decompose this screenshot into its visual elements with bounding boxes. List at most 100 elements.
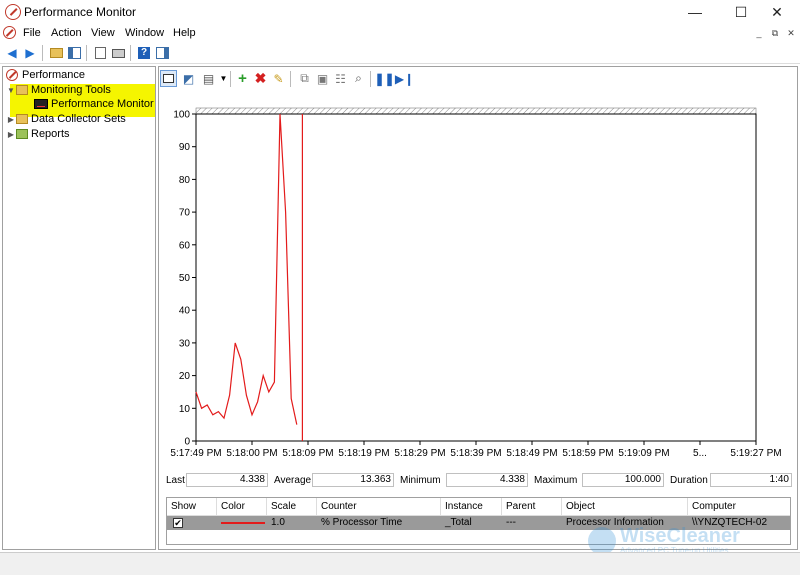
x-tick-label: 5:19:27 PM [730, 448, 781, 459]
toolbar-separator [130, 45, 131, 61]
plot-area [195, 113, 757, 442]
menu-file[interactable]: File [23, 27, 41, 39]
y-tick-label: 30 [179, 338, 191, 349]
x-tick-label: 5:18:49 PM [506, 448, 557, 459]
parent-cell: --- [506, 517, 516, 528]
toolbar-separator [230, 71, 231, 87]
column-header-scale[interactable]: Scale [267, 498, 317, 515]
y-tick-label: 90 [179, 142, 191, 153]
mdi-restore-button[interactable]: ⧉ [768, 27, 782, 39]
close-button[interactable]: ✕ [754, 0, 800, 24]
title-bar: Performance Monitor — ☐ ✕ [0, 0, 800, 24]
help-icon[interactable]: ? [136, 45, 152, 61]
toolbar-separator [290, 71, 291, 87]
average-value: 13.363 [312, 473, 394, 487]
show-action-pane-icon[interactable] [154, 45, 170, 61]
column-header-show[interactable]: Show [167, 498, 217, 515]
menu-action[interactable]: Action [51, 27, 82, 39]
chevron-down-icon[interactable]: ▼ [6, 86, 16, 95]
average-label: Average [274, 475, 312, 486]
x-tick-label: 5:18:29 PM [394, 448, 445, 459]
tree-item-data-collector-sets[interactable]: ▶ Data Collector Sets [6, 112, 126, 126]
y-tick-label: 20 [179, 371, 191, 382]
y-tick-label: 100 [173, 110, 190, 121]
watermark-title: WiseCleaner [620, 525, 740, 547]
highlight-icon[interactable]: ✎ [270, 70, 287, 87]
copy-properties-icon[interactable]: ⧉ [296, 70, 313, 87]
system-menu-icon[interactable] [3, 26, 16, 39]
minimum-value: 4.338 [446, 473, 528, 487]
y-tick-label: 80 [179, 175, 191, 186]
tree-item-monitoring-tools[interactable]: ▼ Monitoring Tools [6, 83, 111, 97]
duration-label: Duration [670, 475, 708, 486]
toolbar-separator [42, 45, 43, 61]
duration-value: 1:40 [710, 473, 792, 487]
show-checkbox[interactable]: ✔ [173, 518, 183, 528]
x-tick-label: 5:17:49 PM [170, 448, 221, 459]
properties-icon[interactable]: ☷ [332, 70, 349, 87]
tree-item-reports[interactable]: ▶ Reports [6, 127, 70, 141]
menu-bar: File Action View Window Help _ ⧉ ✕ [0, 24, 800, 42]
series-color-swatch [221, 522, 265, 524]
menu-window[interactable]: Window [125, 27, 164, 39]
y-tick-label: 40 [179, 306, 191, 317]
tree-item-performance-monitor[interactable]: Performance Monitor [34, 97, 154, 111]
zoom-icon[interactable]: ⌕ [350, 70, 367, 87]
column-header-object[interactable]: Object [562, 498, 688, 515]
main-toolbar: ◀ ▶ ? [0, 42, 800, 64]
x-tick-label: 5:18:39 PM [450, 448, 501, 459]
forward-arrow-icon[interactable]: ▶ [22, 45, 38, 61]
chart-top-hatch [195, 107, 757, 115]
column-header-computer[interactable]: Computer [688, 498, 790, 515]
y-tick-label: 50 [179, 273, 191, 284]
graph-toolbar: ◩ ▤ ▼ + ✖ ✎ ⧉ ▣ ☷ ⌕ ❚❚ ▶❙ [160, 68, 796, 90]
last-value: 4.338 [186, 473, 268, 487]
y-tick-label: 70 [179, 208, 191, 219]
window-title: Performance Monitor [24, 5, 137, 19]
scale-cell: 1.0 [271, 517, 285, 528]
column-header-instance[interactable]: Instance [441, 498, 502, 515]
mdi-close-button[interactable]: ✕ [784, 27, 798, 39]
performance-icon [6, 69, 18, 81]
x-tick-label: 5:19:09 PM [618, 448, 669, 459]
data-collector-icon [16, 114, 28, 124]
paste-counter-list-icon[interactable]: ▣ [314, 70, 331, 87]
menu-view[interactable]: View [91, 27, 115, 39]
y-tick-label: 60 [179, 240, 191, 251]
export-list-icon[interactable] [110, 45, 126, 61]
statistics-bar: Last 4.338 Average 13.363 Minimum 4.338 … [162, 472, 796, 490]
menu-help[interactable]: Help [173, 27, 196, 39]
tree-item-performance[interactable]: Performance [6, 68, 85, 82]
mdi-minimize-button[interactable]: _ [752, 27, 766, 39]
wisecleaner-watermark: WiseCleaner Advanced PC Tune-up Utilitie… [588, 526, 740, 555]
back-arrow-icon[interactable]: ◀ [4, 45, 20, 61]
maximum-value: 100.000 [582, 473, 664, 487]
tree-item-label: Reports [31, 128, 70, 140]
column-header-parent[interactable]: Parent [502, 498, 562, 515]
performance-monitor-icon [34, 99, 48, 109]
minimize-button[interactable]: — [672, 0, 718, 24]
up-folder-icon[interactable] [48, 45, 64, 61]
add-counter-icon[interactable]: + [234, 70, 251, 87]
view-current-activity-icon[interactable] [160, 70, 177, 87]
column-header-counter[interactable]: Counter [317, 498, 441, 515]
chevron-right-icon[interactable]: ▶ [6, 115, 16, 124]
chevron-right-icon[interactable]: ▶ [6, 130, 16, 139]
reports-icon [16, 129, 28, 139]
toolbar-separator [86, 45, 87, 61]
show-hide-console-tree-icon[interactable] [66, 45, 82, 61]
wisecleaner-logo-icon [588, 526, 616, 555]
tree-item-label: Performance [22, 69, 85, 81]
column-header-color[interactable]: Color [217, 498, 267, 515]
delete-counter-icon[interactable]: ✖ [252, 70, 269, 87]
properties-icon[interactable] [92, 45, 108, 61]
update-data-icon[interactable]: ▶❙ [395, 70, 414, 87]
freeze-display-icon[interactable]: ❚❚ [374, 70, 394, 87]
folder-icon [16, 85, 28, 95]
performance-line-chart: 1009080706050403020100 5:17:49 PM 5:18:00… [170, 107, 782, 459]
instance-cell: _Total [445, 517, 472, 528]
tree-item-label: Data Collector Sets [31, 113, 126, 125]
tree-item-label: Monitoring Tools [31, 84, 111, 96]
toolbar-separator [370, 71, 371, 87]
view-log-data-icon[interactable]: ◩ [180, 70, 197, 87]
